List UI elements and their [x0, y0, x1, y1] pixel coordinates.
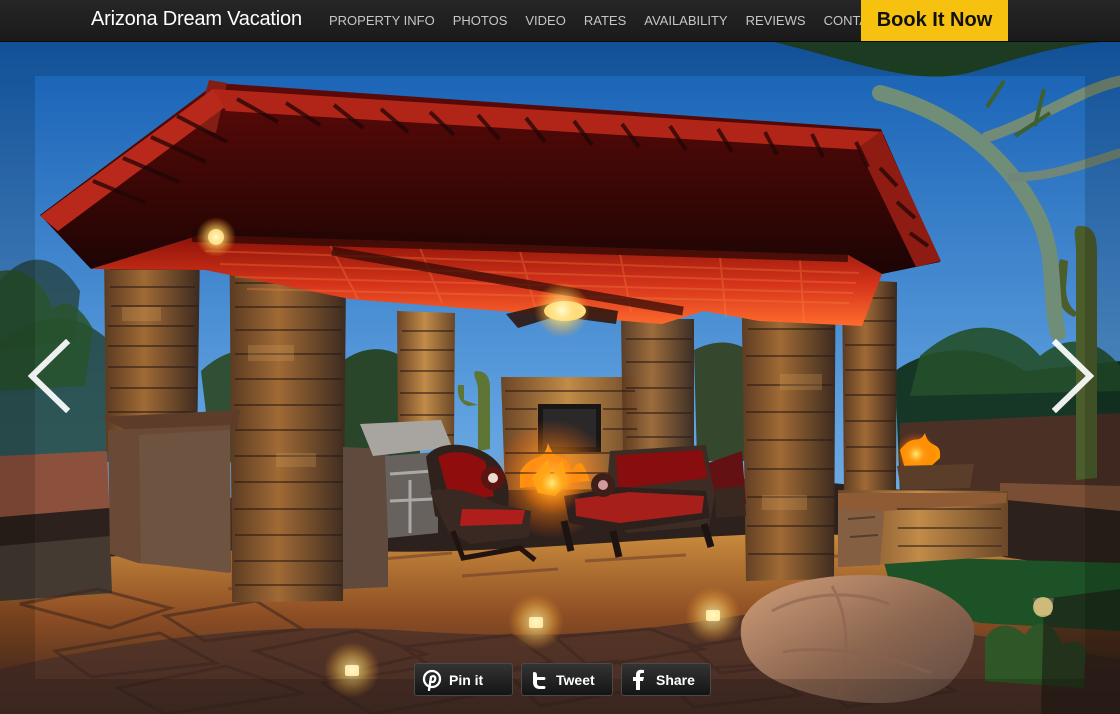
main-navigation: PROPERTY INFO PHOTOS VIDEO RATES AVAILAB… [320, 0, 894, 41]
top-navigation-bar: Arizona Dream Vacation PROPERTY INFO PHO… [0, 0, 1120, 42]
twitter-icon [522, 663, 556, 696]
facebook-share-button[interactable]: Share [621, 663, 711, 696]
chevron-right-icon [1051, 339, 1095, 413]
nav-photos[interactable]: PHOTOS [444, 0, 517, 41]
outdoor-patio-scene [0, 41, 1120, 714]
nav-availability[interactable]: AVAILABILITY [635, 0, 736, 41]
pin-it-button[interactable]: Pin it [414, 663, 513, 696]
tweet-button[interactable]: Tweet [521, 663, 613, 696]
nav-property-info[interactable]: PROPERTY INFO [320, 0, 444, 41]
tweet-label: Tweet [556, 671, 595, 688]
social-share-bar: Pin it Tweet Share [414, 663, 711, 696]
facebook-icon [622, 663, 656, 696]
slider-next-button[interactable] [1050, 339, 1098, 413]
site-title[interactable]: Arizona Dream Vacation [91, 8, 302, 31]
page: Arizona Dream Vacation PROPERTY INFO PHO… [0, 0, 1120, 714]
chevron-left-icon [27, 339, 71, 413]
hero-slider-image[interactable] [0, 41, 1120, 714]
book-it-now-button[interactable]: Book It Now [861, 0, 1008, 41]
share-label: Share [656, 671, 695, 688]
nav-video[interactable]: VIDEO [516, 0, 574, 41]
slider-prev-button[interactable] [24, 339, 72, 413]
pinterest-icon [415, 663, 449, 696]
pin-it-label: Pin it [449, 671, 484, 688]
nav-rates[interactable]: RATES [575, 0, 635, 41]
nav-reviews[interactable]: REVIEWS [737, 0, 815, 41]
